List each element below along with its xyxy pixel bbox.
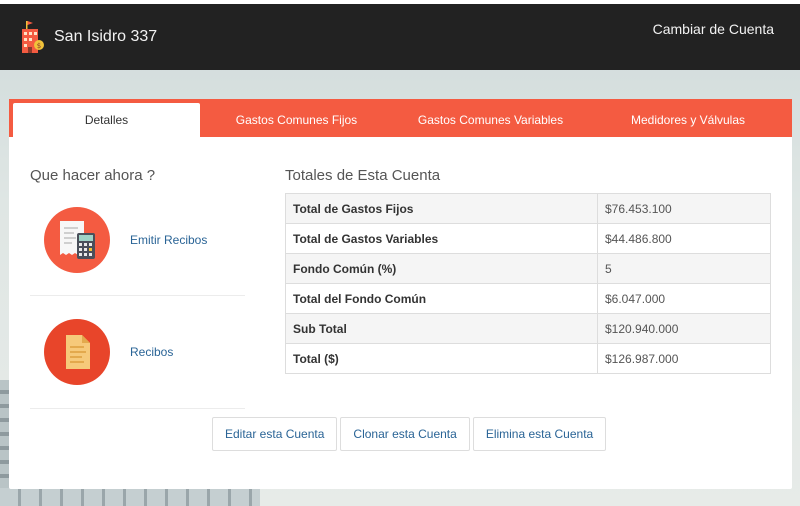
- receipts-link[interactable]: Recibos: [130, 345, 173, 359]
- tab-details[interactable]: Detalles: [13, 103, 200, 137]
- tab-meters-valves[interactable]: Medidores y Válvulas: [588, 103, 788, 137]
- action-item-emit-receipts[interactable]: Emitir Recibos: [30, 184, 245, 296]
- row-label: Total de Gastos Variables: [285, 223, 598, 254]
- row-label: Total ($): [285, 343, 598, 374]
- row-value: $126.987.000: [597, 343, 771, 374]
- totals-table: Total de Gastos Fijos $76.453.100 Total …: [285, 193, 771, 374]
- tab-fixed-expenses[interactable]: Gastos Comunes Fijos: [200, 103, 393, 137]
- row-value: 5: [597, 253, 771, 284]
- action-item-receipts[interactable]: Recibos: [30, 296, 245, 409]
- table-row: Total de Gastos Fijos $76.453.100: [285, 193, 771, 224]
- navbar: $ San Isidro 337 Cambiar de Cuenta: [0, 4, 800, 70]
- actions-section: Que hacer ahora ? Emitir Recibos Recibos: [30, 167, 245, 409]
- row-label: Total del Fondo Común: [285, 283, 598, 314]
- delete-account-button[interactable]: Elimina esta Cuenta: [472, 417, 607, 451]
- receipt-calculator-icon: [44, 206, 110, 273]
- background-building-bottom: [0, 488, 260, 506]
- totals-title: Totales de Esta Cuenta: [285, 167, 441, 184]
- account-actions: Editar esta Cuenta Clonar esta Cuenta El…: [212, 417, 607, 451]
- emit-receipts-link[interactable]: Emitir Recibos: [130, 233, 207, 247]
- document-icon: [44, 319, 110, 385]
- row-label: Fondo Común (%): [285, 253, 598, 284]
- brand[interactable]: $ San Isidro 337: [20, 20, 157, 54]
- row-value: $6.047.000: [597, 283, 771, 314]
- change-account-link[interactable]: Cambiar de Cuenta: [653, 21, 774, 37]
- table-row: Total ($) $126.987.000: [285, 343, 771, 374]
- row-label: Sub Total: [285, 313, 598, 344]
- table-row: Total del Fondo Común $6.047.000: [285, 283, 771, 314]
- row-label: Total de Gastos Fijos: [285, 193, 598, 224]
- totals-section: Totales de Esta Cuenta Total de Gastos F…: [285, 167, 771, 374]
- table-row: Sub Total $120.940.000: [285, 313, 771, 344]
- details-panel: Detalles Gastos Comunes Fijos Gastos Com…: [9, 99, 792, 489]
- actions-title: Que hacer ahora ?: [30, 167, 156, 184]
- row-value: $76.453.100: [597, 193, 771, 224]
- brand-name: San Isidro 337: [54, 28, 158, 45]
- row-value: $120.940.000: [597, 313, 771, 344]
- edit-account-button[interactable]: Editar esta Cuenta: [212, 417, 338, 451]
- table-row: Fondo Común (%) 5: [285, 253, 771, 284]
- tab-bar: Detalles Gastos Comunes Fijos Gastos Com…: [9, 99, 792, 137]
- row-value: $44.486.800: [597, 223, 771, 254]
- svg-text:$: $: [37, 42, 41, 50]
- tab-variable-expenses[interactable]: Gastos Comunes Variables: [393, 103, 588, 137]
- table-row: Total de Gastos Variables $44.486.800: [285, 223, 771, 254]
- building-icon: $: [22, 21, 44, 53]
- clone-account-button[interactable]: Clonar esta Cuenta: [340, 417, 470, 451]
